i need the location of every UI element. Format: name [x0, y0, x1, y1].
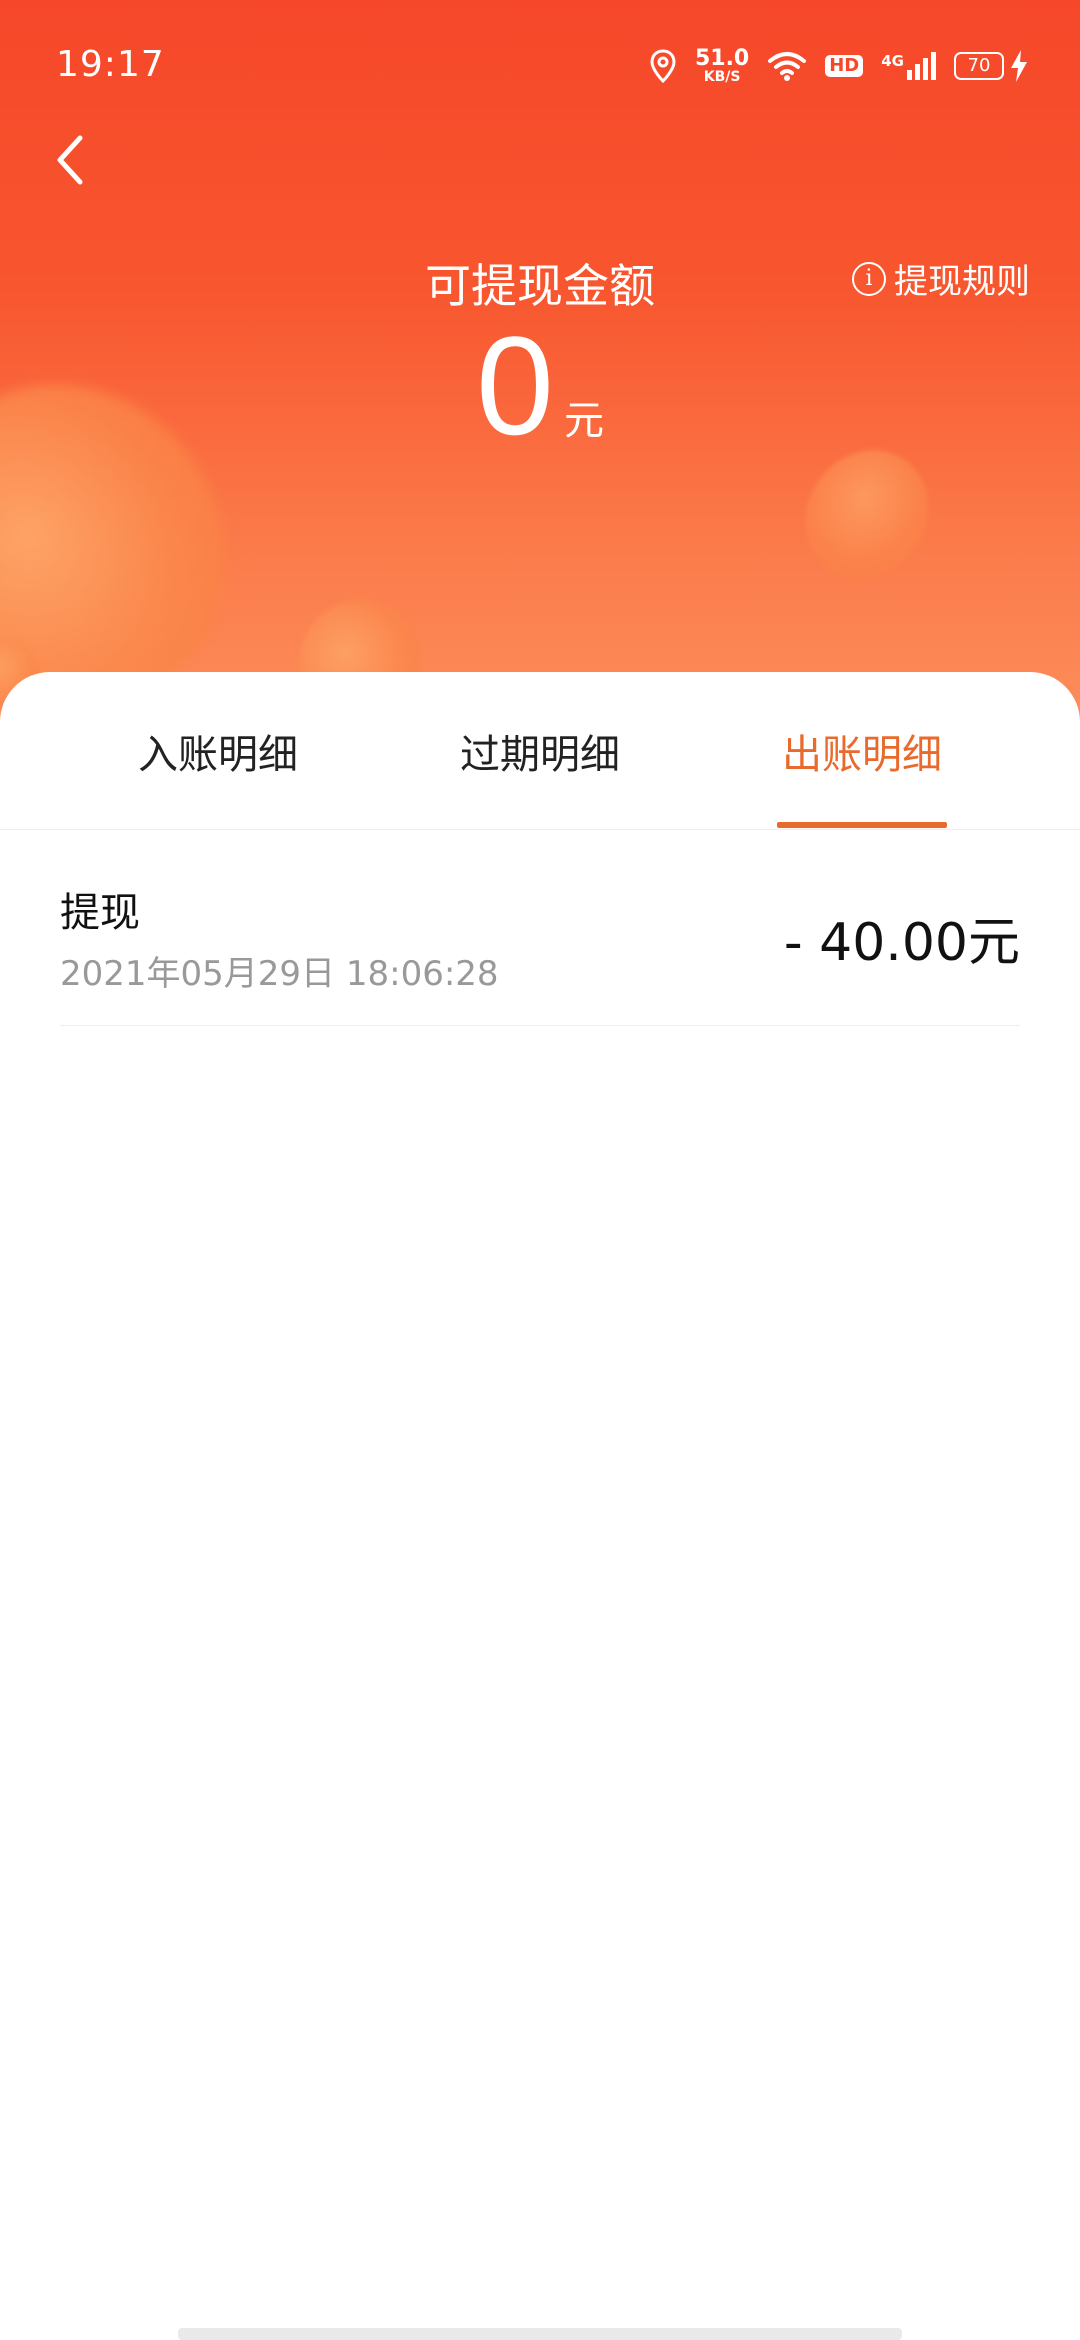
tab-income-details[interactable]: 入账明细 — [68, 722, 368, 830]
network-speed: 51.0 KB/S — [694, 46, 750, 85]
wifi-icon — [768, 52, 807, 81]
active-tab-indicator — [777, 822, 947, 828]
status-time: 19:17 — [56, 44, 165, 85]
signal-icon: 4G — [881, 52, 936, 80]
list-item[interactable]: 提现 2021年05月29日 18:06:28 - 40.00元 — [60, 830, 1020, 1026]
tab-expired-details[interactable]: 过期明细 — [390, 722, 690, 830]
header-banner: 19:17 51.0 KB/S HD 4G 70 可提现金额 i 提现规则 0 … — [0, 0, 1080, 720]
tab-bar: 入账明细 过期明细 出账明细 — [0, 672, 1080, 830]
details-panel: 入账明细 过期明细 出账明细 提现 2021年05月29日 18:06:28 -… — [0, 672, 1080, 2340]
balance-amount: 0 — [476, 307, 554, 464]
network-speed-unit: KB/S — [703, 69, 741, 85]
record-amount: - 40.00元 — [783, 913, 1020, 973]
status-bar: 19:17 51.0 KB/S HD 4G 70 — [0, 0, 1080, 130]
battery-level: 70 — [954, 52, 1004, 80]
battery-indicator: 70 — [954, 50, 1028, 82]
record-time: 2021年05月29日 18:06:28 — [60, 954, 499, 994]
home-indicator[interactable] — [178, 2328, 902, 2340]
hd-badge: HD — [825, 55, 864, 77]
info-icon: i — [852, 261, 886, 296]
back-button[interactable] — [50, 132, 110, 192]
withdraw-rules-label: 提现规则 — [894, 262, 1030, 302]
lightning-icon — [1011, 50, 1027, 82]
tab-outgoing-details[interactable]: 出账明细 — [712, 722, 1012, 830]
location-icon — [650, 49, 676, 83]
network-type: 4G — [881, 52, 904, 70]
back-arrow-icon — [57, 135, 83, 185]
record-type: 提现 — [60, 890, 140, 936]
network-speed-value: 51.0 — [694, 46, 750, 71]
balance-display: 0元 — [0, 316, 1080, 456]
withdraw-rules-link[interactable]: i 提现规则 — [852, 254, 1030, 303]
balance-unit: 元 — [563, 398, 604, 444]
status-icons: 51.0 KB/S HD 4G 70 — [649, 44, 1028, 88]
